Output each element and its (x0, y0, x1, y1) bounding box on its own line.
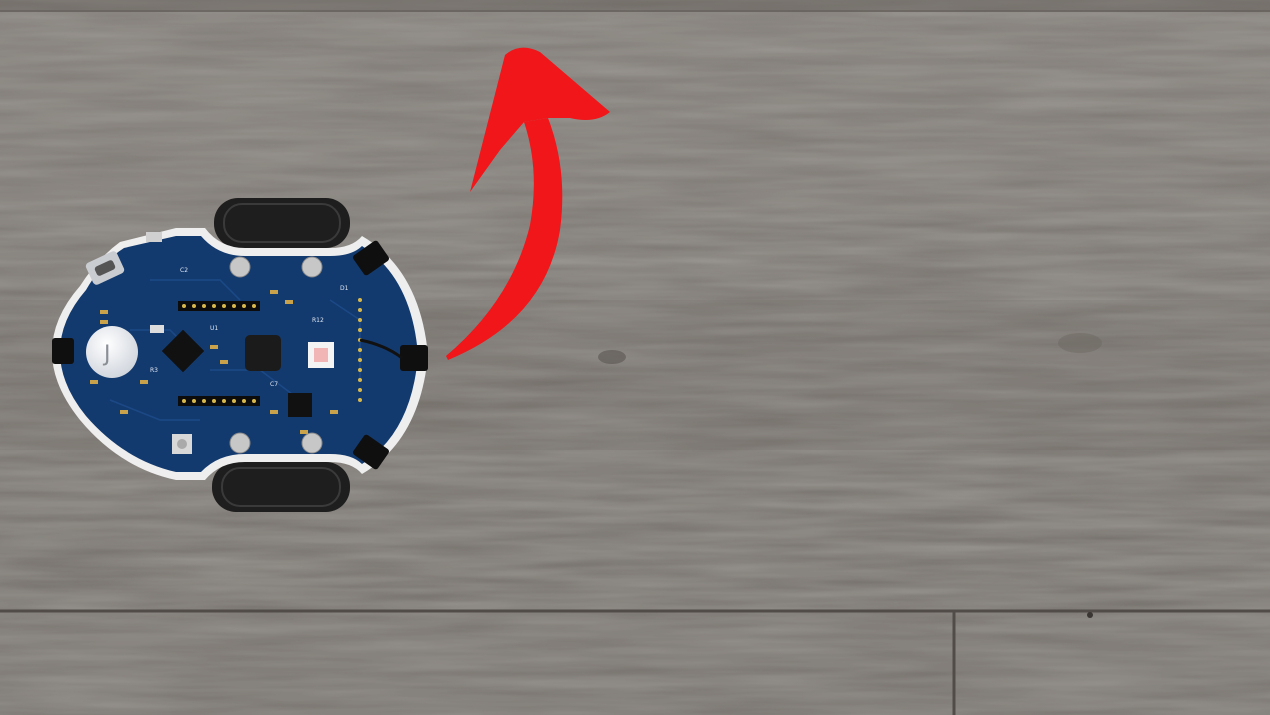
screw (301, 432, 323, 454)
caster-label: J (102, 342, 111, 367)
screw (301, 256, 323, 278)
plank-band (0, 0, 1270, 12)
pin-header-bottom (178, 396, 260, 406)
silkscreen-label: R3 (150, 367, 158, 374)
photo-scene: J C2 R3 U1 C7 R12 D1 (0, 0, 1270, 715)
scene-canvas: J C2 R3 U1 C7 R12 D1 (0, 0, 1270, 715)
silkscreen-label: C2 (180, 267, 188, 274)
sensor-clip (400, 345, 428, 371)
wood-knot (1087, 612, 1093, 618)
inductor (245, 335, 281, 371)
silkscreen-label: D1 (340, 285, 349, 292)
silkscreen-label: C7 (270, 381, 278, 388)
power-switch (146, 232, 162, 242)
plank-band (0, 12, 1270, 212)
silkscreen-label: R12 (312, 317, 324, 324)
screw (229, 432, 251, 454)
wood-knot (1058, 333, 1102, 353)
ball-caster (86, 326, 138, 378)
silkscreen-label: U1 (210, 325, 218, 332)
push-button-cap (177, 439, 187, 449)
smd-part (150, 325, 164, 333)
pin-header-top (178, 301, 260, 311)
screw (229, 256, 251, 278)
sensor-clip (52, 338, 74, 364)
wood-knot (598, 350, 626, 364)
motor-driver-chip (288, 393, 312, 417)
plank-band (0, 612, 1270, 715)
rgb-led-core (314, 348, 328, 362)
